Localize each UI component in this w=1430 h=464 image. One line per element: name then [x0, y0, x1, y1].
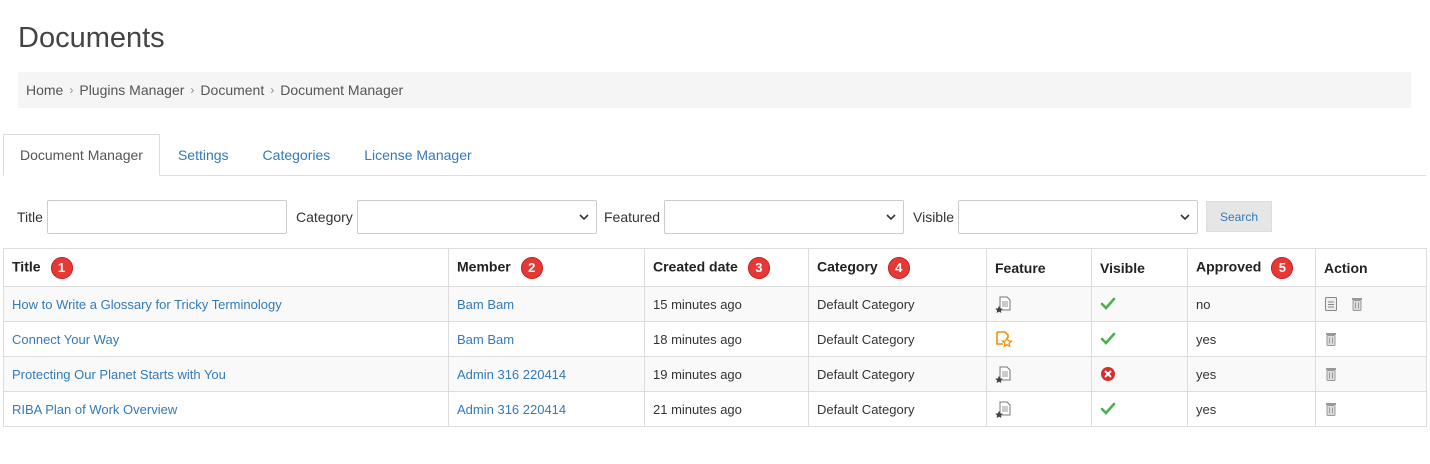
- tab-bar: Document Manager Settings Categories Lic…: [3, 134, 1426, 176]
- member-link[interactable]: Admin 316 220414: [457, 367, 566, 382]
- created-date: 18 minutes ago: [644, 321, 809, 357]
- created-date: 21 minutes ago: [644, 391, 809, 427]
- trash-icon[interactable]: [1350, 296, 1364, 312]
- trash-icon[interactable]: [1324, 401, 1338, 417]
- tab-document-manager[interactable]: Document Manager: [3, 134, 160, 176]
- unfeatured-document-icon[interactable]: [995, 400, 1013, 418]
- search-button[interactable]: Search: [1206, 201, 1272, 232]
- visible-filter-select[interactable]: [958, 200, 1198, 234]
- chevron-down-icon: [1180, 214, 1190, 221]
- unfeatured-document-icon[interactable]: [995, 295, 1013, 313]
- callout-badge: 5: [1271, 256, 1294, 279]
- column-header-feature[interactable]: Feature: [986, 248, 1092, 287]
- column-header-approved[interactable]: Approved 5: [1187, 248, 1316, 287]
- column-header-title[interactable]: Title 1: [3, 248, 449, 287]
- chevron-right-icon: ›: [270, 83, 275, 97]
- breadcrumb-document-manager: Document Manager: [280, 82, 404, 98]
- visible-filter: Visible: [913, 200, 1198, 234]
- approved-value: no: [1187, 286, 1316, 322]
- tab-categories[interactable]: Categories: [247, 134, 347, 175]
- check-icon[interactable]: [1100, 331, 1116, 347]
- featured-filter-select[interactable]: [664, 200, 905, 234]
- unfeatured-document-icon[interactable]: [995, 365, 1013, 383]
- column-header-category[interactable]: Category 4: [808, 248, 987, 287]
- trash-icon[interactable]: [1324, 366, 1338, 382]
- callout-badge: 2: [520, 256, 543, 279]
- approved-value: yes: [1187, 391, 1316, 427]
- category-value: Default Category: [808, 391, 987, 427]
- category-filter-label: Category: [296, 209, 353, 225]
- created-date: 19 minutes ago: [644, 356, 809, 392]
- column-header-action: Action: [1315, 248, 1427, 287]
- documents-table: Title 1 Member 2 Created date 3 Category 4 F…: [3, 248, 1427, 427]
- breadcrumb: Home › Plugins Manager › Document › Docu…: [18, 72, 1411, 108]
- featured-document-icon[interactable]: [995, 330, 1013, 348]
- trash-icon[interactable]: [1324, 331, 1338, 347]
- title-filter-input[interactable]: [46, 200, 287, 234]
- approved-value: yes: [1187, 356, 1316, 392]
- chevron-right-icon: ›: [190, 83, 195, 97]
- featured-filter-label: Featured: [604, 209, 661, 225]
- tab-settings[interactable]: Settings: [162, 134, 245, 175]
- title-filter-label: Title: [17, 209, 43, 225]
- document-title-link[interactable]: RIBA Plan of Work Overview: [12, 402, 177, 417]
- category-filter: Category: [296, 200, 597, 234]
- tab-license-manager[interactable]: License Manager: [348, 134, 487, 175]
- created-date: 15 minutes ago: [644, 286, 809, 322]
- table-header-row: Title 1 Member 2 Created date 3 Category 4 F…: [3, 248, 1427, 287]
- chevron-down-icon: [579, 214, 589, 221]
- cross-icon[interactable]: [1100, 366, 1116, 382]
- approved-value: yes: [1187, 321, 1316, 357]
- table-row: Protecting Our Planet Starts with You Ad…: [3, 356, 1427, 392]
- callout-badge: 4: [887, 256, 910, 279]
- category-value: Default Category: [808, 321, 987, 357]
- page-title: Documents: [18, 22, 165, 54]
- breadcrumb-plugins-manager[interactable]: Plugins Manager: [79, 82, 184, 98]
- chevron-down-icon: [886, 214, 896, 221]
- category-value: Default Category: [808, 356, 987, 392]
- table-row: Connect Your Way Bam Bam 18 minutes ago …: [3, 321, 1427, 357]
- member-link[interactable]: Admin 316 220414: [457, 402, 566, 417]
- check-icon[interactable]: [1100, 296, 1116, 312]
- column-header-created-date[interactable]: Created date 3: [644, 248, 809, 287]
- approve-icon[interactable]: [1324, 296, 1338, 312]
- breadcrumb-home[interactable]: Home: [26, 82, 63, 98]
- check-icon[interactable]: [1100, 401, 1116, 417]
- table-row: RIBA Plan of Work Overview Admin 316 220…: [3, 391, 1427, 427]
- column-header-visible[interactable]: Visible: [1091, 248, 1188, 287]
- chevron-right-icon: ›: [69, 83, 74, 97]
- document-title-link[interactable]: Protecting Our Planet Starts with You: [12, 367, 226, 382]
- callout-badge: 3: [747, 256, 770, 279]
- column-header-member[interactable]: Member 2: [448, 248, 645, 287]
- category-filter-select[interactable]: [356, 200, 597, 234]
- visible-filter-label: Visible: [913, 209, 954, 225]
- breadcrumb-document[interactable]: Document: [200, 82, 264, 98]
- table-row: How to Write a Glossary for Tricky Termi…: [3, 286, 1427, 322]
- callout-badge: 1: [50, 256, 73, 279]
- title-filter: Title: [17, 200, 287, 234]
- document-title-link[interactable]: Connect Your Way: [12, 332, 119, 347]
- document-title-link[interactable]: How to Write a Glossary for Tricky Termi…: [12, 297, 282, 312]
- member-link[interactable]: Bam Bam: [457, 332, 514, 347]
- member-link[interactable]: Bam Bam: [457, 297, 514, 312]
- category-value: Default Category: [808, 286, 987, 322]
- featured-filter: Featured: [604, 200, 905, 234]
